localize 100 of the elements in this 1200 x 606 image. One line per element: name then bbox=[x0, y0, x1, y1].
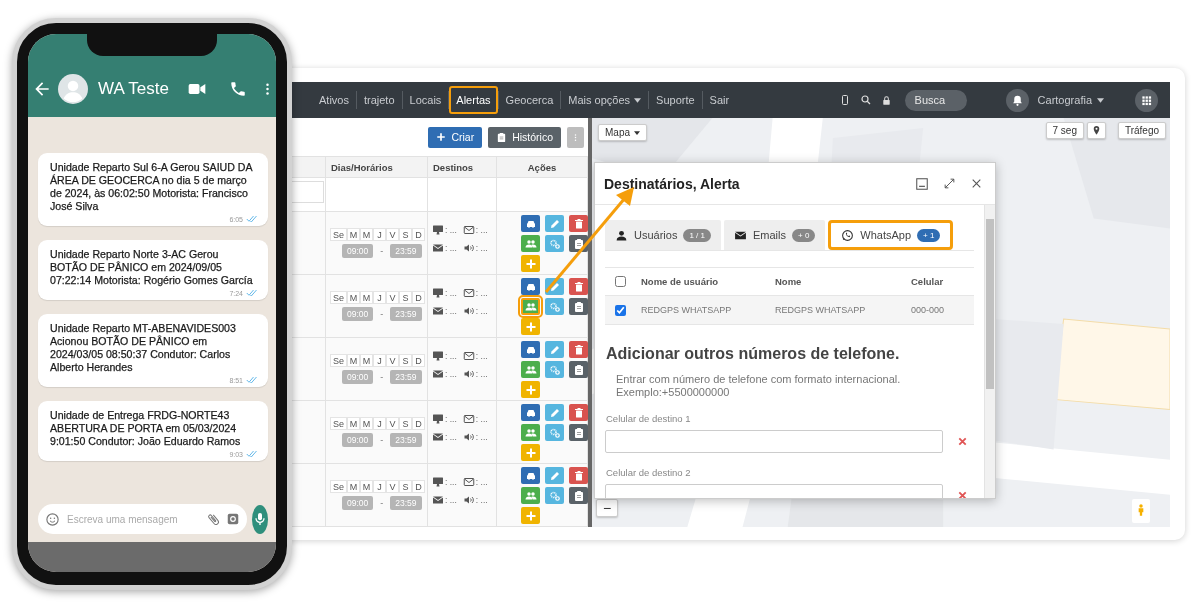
action-button[interactable] bbox=[569, 424, 588, 441]
day-chip[interactable]: M bbox=[360, 480, 373, 493]
day-chip[interactable]: S bbox=[399, 417, 412, 430]
read-ticks-icon bbox=[246, 450, 258, 458]
destination-value: : ... bbox=[445, 351, 457, 361]
nav-link[interactable]: trajeto bbox=[356, 87, 402, 113]
create-button[interactable]: Criar bbox=[428, 126, 483, 148]
action-button[interactable] bbox=[521, 298, 540, 315]
traffic-button[interactable]: Tráfego bbox=[1117, 122, 1166, 139]
day-chip[interactable]: D bbox=[412, 291, 425, 304]
action-button[interactable] bbox=[569, 404, 588, 421]
action-button[interactable] bbox=[569, 215, 588, 232]
expand-button[interactable] bbox=[943, 177, 956, 190]
tab[interactable]: WhatsApp + 1 bbox=[828, 220, 954, 250]
day-chip[interactable]: Se bbox=[330, 417, 347, 430]
minimize-button[interactable] bbox=[915, 176, 929, 191]
day-chip[interactable]: S bbox=[399, 354, 412, 367]
message-input[interactable]: Escreva uma mensagem bbox=[65, 512, 201, 526]
day-chip[interactable]: J bbox=[373, 228, 386, 241]
day-chip[interactable]: M bbox=[347, 228, 360, 241]
plus-icon bbox=[436, 132, 447, 142]
action-button[interactable] bbox=[569, 467, 588, 484]
action-button[interactable] bbox=[521, 467, 540, 484]
day-chip[interactable]: D bbox=[412, 480, 425, 493]
day-chip[interactable]: S bbox=[399, 291, 412, 304]
action-button[interactable] bbox=[569, 298, 588, 315]
day-chip[interactable]: M bbox=[360, 228, 373, 241]
action-button[interactable] bbox=[521, 487, 540, 504]
day-chip[interactable]: M bbox=[347, 291, 360, 304]
day-chip[interactable]: M bbox=[347, 417, 360, 430]
day-chip[interactable]: J bbox=[373, 291, 386, 304]
search-field[interactable]: Busca bbox=[904, 89, 967, 111]
action-button[interactable] bbox=[569, 487, 588, 504]
action-button[interactable] bbox=[521, 278, 540, 295]
nav-link[interactable]: Alertas bbox=[449, 86, 498, 114]
day-chip[interactable]: V bbox=[386, 417, 399, 430]
message-field[interactable]: Escreva uma mensagem bbox=[38, 504, 247, 534]
action-button[interactable] bbox=[521, 341, 540, 358]
zoom-out-button[interactable]: − bbox=[596, 499, 619, 517]
nav-link[interactable]: Sair bbox=[702, 87, 737, 113]
refresh-button[interactable]: 7 seg bbox=[1045, 122, 1084, 139]
day-chip[interactable]: S bbox=[399, 480, 412, 493]
day-chip[interactable]: J bbox=[373, 354, 386, 367]
trash-icon bbox=[572, 280, 585, 293]
day-chip[interactable]: D bbox=[412, 354, 425, 367]
nav-link[interactable]: Mais opções bbox=[561, 87, 649, 113]
day-chip[interactable]: V bbox=[386, 354, 399, 367]
phone-number-field[interactable] bbox=[605, 430, 943, 453]
nav-link[interactable]: Suporte bbox=[649, 87, 702, 113]
user-menu[interactable]: Cartografia bbox=[1037, 94, 1104, 106]
action-button[interactable] bbox=[521, 235, 540, 252]
tab[interactable]: Emails + 0 bbox=[724, 220, 826, 250]
start-time: 09:00 bbox=[342, 370, 374, 384]
day-chip[interactable]: V bbox=[386, 291, 399, 304]
close-button[interactable] bbox=[970, 177, 983, 190]
day-chip[interactable]: M bbox=[360, 291, 373, 304]
map-type-button[interactable]: Mapa bbox=[598, 124, 647, 141]
location-button[interactable] bbox=[1087, 122, 1106, 139]
apps-button[interactable] bbox=[1135, 88, 1158, 112]
day-chip[interactable]: S bbox=[399, 228, 412, 241]
time-separator: - bbox=[380, 372, 384, 382]
day-chip[interactable]: V bbox=[386, 480, 399, 493]
day-chip[interactable]: M bbox=[360, 354, 373, 367]
tab[interactable]: Usuários 1 / 1 bbox=[605, 220, 721, 250]
day-chip[interactable]: M bbox=[347, 480, 360, 493]
day-chip[interactable]: Se bbox=[330, 291, 347, 304]
action-button[interactable] bbox=[521, 424, 540, 441]
action-button[interactable] bbox=[569, 341, 588, 358]
expand-icon bbox=[943, 177, 956, 190]
destination-value: : ... bbox=[475, 369, 488, 379]
pencil-icon bbox=[548, 280, 561, 293]
day-chip[interactable]: V bbox=[386, 228, 399, 241]
remove-button[interactable] bbox=[957, 436, 968, 447]
history-button[interactable]: Histórico bbox=[488, 126, 561, 148]
action-button[interactable] bbox=[521, 361, 540, 378]
day-chip[interactable]: D bbox=[412, 228, 425, 241]
day-chip[interactable]: D bbox=[412, 417, 425, 430]
remove-button[interactable] bbox=[957, 490, 968, 498]
day-chip[interactable]: Se bbox=[330, 228, 347, 241]
day-chip[interactable]: M bbox=[360, 417, 373, 430]
nav-link[interactable]: Locais bbox=[402, 87, 449, 113]
day-chip[interactable]: Se bbox=[330, 354, 347, 367]
nav-link[interactable]: Ativos bbox=[312, 87, 356, 113]
notification-button[interactable] bbox=[1005, 88, 1029, 112]
action-button[interactable] bbox=[569, 361, 588, 378]
day-chip[interactable]: Se bbox=[330, 480, 347, 493]
monitor-icon bbox=[432, 287, 444, 299]
day-chip[interactable]: M bbox=[347, 354, 360, 367]
end-time: 23:59 bbox=[390, 370, 422, 384]
action-button[interactable] bbox=[521, 404, 540, 421]
mic-button[interactable] bbox=[252, 504, 268, 534]
end-time: 23:59 bbox=[390, 433, 422, 447]
nav-link[interactable]: Geocerca bbox=[498, 87, 561, 113]
action-button[interactable] bbox=[521, 215, 540, 232]
action-button[interactable] bbox=[569, 278, 588, 295]
day-chip[interactable]: J bbox=[373, 417, 386, 430]
day-chip[interactable]: J bbox=[373, 480, 386, 493]
checkbox[interactable] bbox=[615, 276, 626, 287]
filter-field[interactable] bbox=[290, 181, 324, 203]
checkbox[interactable] bbox=[615, 304, 626, 316]
